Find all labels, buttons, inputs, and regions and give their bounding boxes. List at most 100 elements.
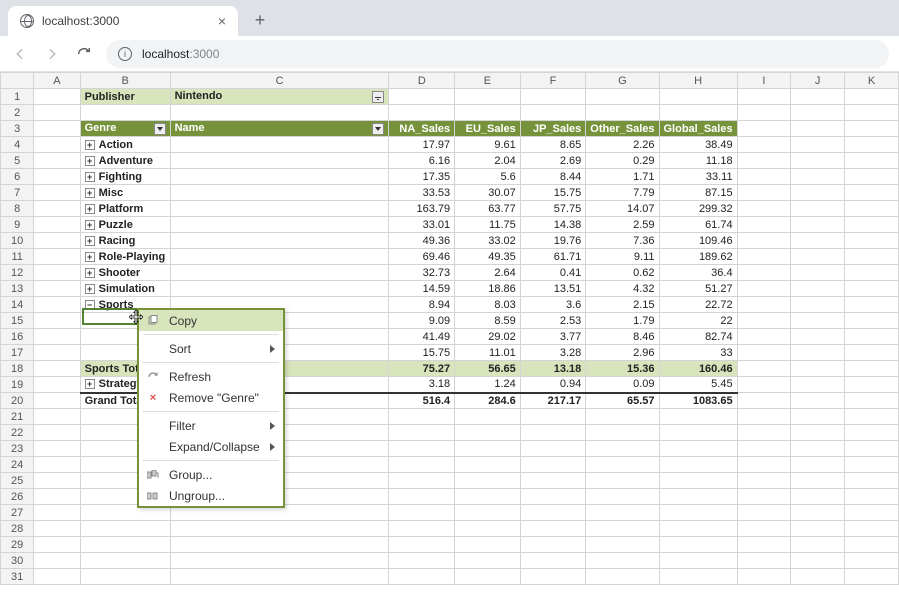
cell[interactable] [791,361,845,377]
cell[interactable] [845,89,899,105]
row-header[interactable]: 21 [1,409,34,425]
pivot-value[interactable]: 33.02 [455,233,521,249]
row-header[interactable]: 23 [1,441,34,457]
cell[interactable] [455,425,521,441]
cell[interactable] [845,153,899,169]
pivot-value[interactable]: 13.51 [520,281,586,297]
url-field[interactable]: i localhost:3000 [106,40,889,68]
col-header[interactable]: H [659,73,737,89]
col-header[interactable]: E [455,73,521,89]
pivot-value[interactable]: 299.32 [659,201,737,217]
cell[interactable] [389,489,455,505]
cell[interactable] [80,521,170,537]
cell[interactable] [845,377,899,393]
pivot-value[interactable]: 163.79 [389,201,455,217]
pivot-value[interactable]: 0.29 [586,153,659,169]
cell[interactable] [586,105,659,121]
cell[interactable] [845,441,899,457]
expand-icon[interactable]: + [85,236,95,246]
cell[interactable] [455,569,521,585]
cell[interactable] [737,537,791,553]
browser-tab[interactable]: localhost:3000 × [8,6,238,36]
pivot-value[interactable]: 8.94 [389,297,455,313]
pivot-value[interactable]: 15.75 [389,345,455,361]
row-header[interactable]: 31 [1,569,34,585]
cell[interactable] [791,329,845,345]
col-header[interactable]: J [791,73,845,89]
pivot-value[interactable]: 3.77 [520,329,586,345]
expand-icon[interactable]: + [85,172,95,182]
row-header[interactable]: 18 [1,361,34,377]
pivot-value[interactable]: 33.53 [389,185,455,201]
cell[interactable] [737,313,791,329]
pivot-value[interactable]: 49.35 [455,249,521,265]
pivot-col-field[interactable]: Name [170,121,389,137]
cell[interactable] [455,105,521,121]
pivot-value[interactable]: 11.75 [455,217,521,233]
cell[interactable] [845,313,899,329]
cell[interactable] [737,441,791,457]
pivot-value[interactable]: 2.53 [520,313,586,329]
cell[interactable] [845,345,899,361]
filter-dropdown-icon[interactable] [372,91,384,103]
select-all-corner[interactable] [1,73,34,89]
cell[interactable] [845,553,899,569]
cell[interactable] [845,521,899,537]
expand-icon[interactable]: + [85,252,95,262]
cell[interactable] [791,121,845,137]
row-header[interactable]: 1 [1,89,34,105]
cell[interactable] [520,441,586,457]
cell[interactable] [520,105,586,121]
cell[interactable] [737,393,791,409]
cell[interactable] [586,505,659,521]
cell[interactable] [737,169,791,185]
cell[interactable] [34,409,80,425]
pivot-value[interactable]: 8.03 [455,297,521,313]
cell[interactable] [737,137,791,153]
cell[interactable] [455,489,521,505]
pivot-value[interactable]: 6.16 [389,153,455,169]
cell[interactable] [389,537,455,553]
pivot-row-label[interactable]: +Racing [80,233,170,249]
cell[interactable] [659,521,737,537]
cell[interactable] [455,553,521,569]
pivot-grand-value[interactable]: 516.4 [389,393,455,409]
pivot-value[interactable]: 8.65 [520,137,586,153]
cell[interactable] [737,185,791,201]
row-header[interactable]: 17 [1,345,34,361]
cell[interactable] [170,169,389,185]
pivot-subtotal-value[interactable]: 13.18 [520,361,586,377]
row-header[interactable]: 27 [1,505,34,521]
pivot-value[interactable]: 5.6 [455,169,521,185]
pivot-value[interactable]: 1.79 [586,313,659,329]
field-dropdown-icon[interactable] [372,123,384,135]
site-info-icon[interactable]: i [118,47,132,61]
pivot-value[interactable]: 19.76 [520,233,586,249]
grid[interactable]: A B C D E F G H I J K 1PublisherNintendo… [0,72,899,585]
pivot-value[interactable]: 11.01 [455,345,521,361]
cell[interactable] [34,425,80,441]
cell[interactable] [34,233,80,249]
cell[interactable] [520,457,586,473]
cell[interactable] [737,553,791,569]
pivot-grand-value[interactable]: 65.57 [586,393,659,409]
cell[interactable] [791,553,845,569]
cell[interactable] [80,105,170,121]
cell[interactable] [737,265,791,281]
row-header[interactable]: 22 [1,425,34,441]
cell[interactable] [737,121,791,137]
col-header[interactable]: C [170,73,389,89]
cell[interactable] [34,521,80,537]
pivot-grand-value[interactable]: 1083.65 [659,393,737,409]
cell[interactable] [170,265,389,281]
pivot-value[interactable]: 9.09 [389,313,455,329]
cell[interactable] [389,425,455,441]
pivot-row-label[interactable]: +Fighting [80,169,170,185]
cell[interactable] [659,441,737,457]
cell[interactable] [845,425,899,441]
cell[interactable] [34,393,80,409]
pivot-grand-value[interactable]: 217.17 [520,393,586,409]
cell[interactable] [520,553,586,569]
pivot-value[interactable]: 33.11 [659,169,737,185]
col-header[interactable]: B [80,73,170,89]
